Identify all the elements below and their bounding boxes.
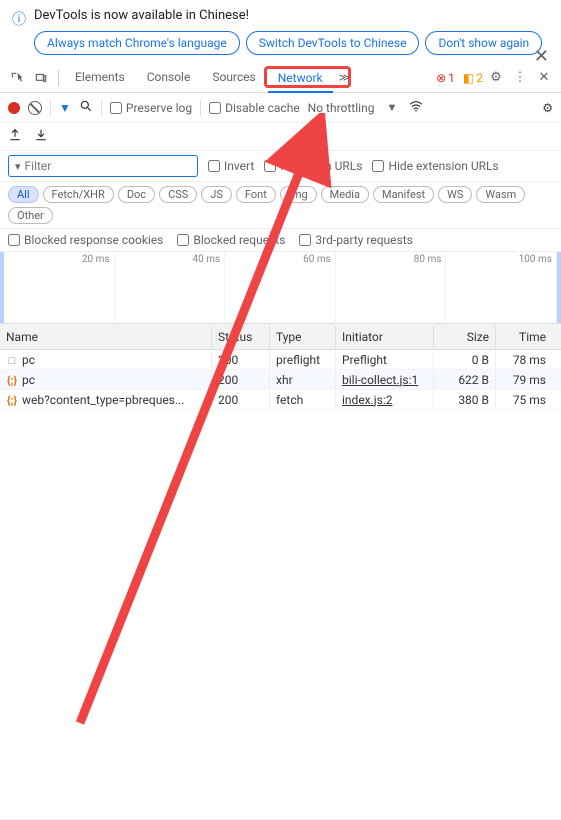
- request-type-icon: {;}: [6, 374, 18, 387]
- header-initiator[interactable]: Initiator: [336, 326, 434, 348]
- disable-cache-checkbox[interactable]: Disable cache: [209, 101, 300, 115]
- warnings-badge[interactable]: ◧2: [463, 71, 483, 85]
- requests-table-body: □pc200preflightPreflight0 B78 ms{;}pc200…: [0, 350, 561, 410]
- type-fetch-xhr[interactable]: Fetch/XHR: [43, 186, 114, 203]
- network-conditions-icon[interactable]: [409, 99, 423, 116]
- options-row: Blocked response cookies Blocked request…: [0, 229, 561, 252]
- blocked-cookies-checkbox[interactable]: Blocked response cookies: [8, 233, 163, 247]
- throttling-chevron-icon[interactable]: ▼: [382, 101, 401, 114]
- chip-dont-show[interactable]: Don't show again: [425, 31, 542, 55]
- type-css[interactable]: CSS: [159, 186, 197, 203]
- language-info-bar: ⓘ DevTools is now available in Chinese! …: [0, 0, 561, 63]
- import-export-toolbar: [0, 123, 561, 151]
- clear-button[interactable]: [28, 101, 42, 115]
- tab-network[interactable]: Network: [268, 65, 333, 93]
- filter-text-field[interactable]: [25, 159, 191, 173]
- more-tabs-chevron-icon[interactable]: ≫: [335, 71, 355, 84]
- network-toolbar: ▼ Preserve log Disable cache No throttli…: [0, 93, 561, 123]
- timeline-tick: 80 ms: [414, 254, 442, 265]
- type-wasm[interactable]: Wasm: [476, 186, 525, 203]
- network-settings-gear-icon[interactable]: ⚙: [542, 101, 553, 115]
- record-button[interactable]: [8, 102, 20, 114]
- type-all[interactable]: All: [8, 186, 39, 203]
- settings-gear-icon[interactable]: ⚙: [485, 67, 507, 89]
- upload-har-icon[interactable]: [8, 128, 22, 145]
- kebab-menu-icon[interactable]: ⋮: [509, 67, 531, 89]
- filter-bar: ▾ Invert Hide data URLs Hide extension U…: [0, 151, 561, 182]
- table-row[interactable]: {;}pc200xhrbili-collect.js:1622 B79 ms: [0, 370, 561, 390]
- close-icon[interactable]: ✕: [534, 46, 549, 67]
- close-devtools-icon[interactable]: ✕: [533, 67, 555, 89]
- type-ws[interactable]: WS: [438, 186, 472, 203]
- search-icon[interactable]: [79, 99, 93, 116]
- timeline-tick: 40 ms: [193, 254, 221, 265]
- info-message: DevTools is now available in Chinese!: [34, 8, 549, 23]
- hide-data-urls-checkbox[interactable]: Hide data URLs: [264, 159, 362, 173]
- type-media[interactable]: Media: [321, 186, 369, 203]
- type-font[interactable]: Font: [236, 186, 276, 203]
- request-type-icon: {;}: [6, 394, 18, 407]
- header-time[interactable]: Time: [496, 326, 552, 348]
- errors-badge[interactable]: ⊗1: [436, 71, 455, 85]
- funnel-icon: ▾: [15, 160, 21, 173]
- timeline-tick: 20 ms: [82, 254, 110, 265]
- timeline-tick: 60 ms: [303, 254, 331, 265]
- blocked-requests-checkbox[interactable]: Blocked requests: [177, 233, 285, 247]
- device-toolbar-icon[interactable]: [30, 67, 52, 89]
- type-doc[interactable]: Doc: [118, 186, 155, 203]
- header-name[interactable]: Name: [0, 326, 212, 348]
- third-party-checkbox[interactable]: 3rd-party requests: [299, 233, 412, 247]
- info-icon: ⓘ: [12, 9, 26, 29]
- main-tabbar: Elements Console Sources Network ≫ ⊗1 ◧2…: [0, 63, 561, 93]
- inspect-icon[interactable]: [6, 67, 28, 89]
- hide-extension-urls-checkbox[interactable]: Hide extension URLs: [372, 159, 498, 173]
- preserve-log-checkbox[interactable]: Preserve log: [110, 101, 192, 115]
- type-other[interactable]: Other: [8, 207, 53, 224]
- timeline-overview[interactable]: 20 ms 40 ms 60 ms 80 ms 100 ms: [0, 252, 561, 324]
- tab-console[interactable]: Console: [137, 64, 201, 92]
- filter-input[interactable]: ▾: [8, 155, 198, 177]
- resource-type-filters: All Fetch/XHR Doc CSS JS Font Img Media …: [0, 182, 561, 229]
- request-type-icon: □: [6, 354, 18, 367]
- tab-elements[interactable]: Elements: [65, 64, 135, 92]
- empty-area: [0, 410, 561, 820]
- header-type[interactable]: Type: [270, 326, 336, 348]
- table-row[interactable]: {;}web?content_type=pbreques...200fetchi…: [0, 390, 561, 410]
- download-har-icon[interactable]: [34, 128, 48, 145]
- table-row[interactable]: □pc200preflightPreflight0 B78 ms: [0, 350, 561, 370]
- type-img[interactable]: Img: [280, 186, 317, 203]
- invert-checkbox[interactable]: Invert: [208, 159, 254, 173]
- type-manifest[interactable]: Manifest: [373, 186, 434, 203]
- tab-sources[interactable]: Sources: [202, 64, 265, 92]
- chip-always-match[interactable]: Always match Chrome's language: [34, 31, 240, 55]
- filter-toggle-icon[interactable]: ▼: [59, 101, 71, 115]
- header-size[interactable]: Size: [434, 326, 496, 348]
- header-status[interactable]: Status: [212, 326, 270, 348]
- chip-switch-chinese[interactable]: Switch DevTools to Chinese: [246, 31, 420, 55]
- requests-table-header: Name Status Type Initiator Size Time: [0, 324, 561, 350]
- timeline-tick: 100 ms: [519, 254, 552, 265]
- throttling-select[interactable]: No throttling: [308, 101, 375, 115]
- type-js[interactable]: JS: [201, 186, 232, 203]
